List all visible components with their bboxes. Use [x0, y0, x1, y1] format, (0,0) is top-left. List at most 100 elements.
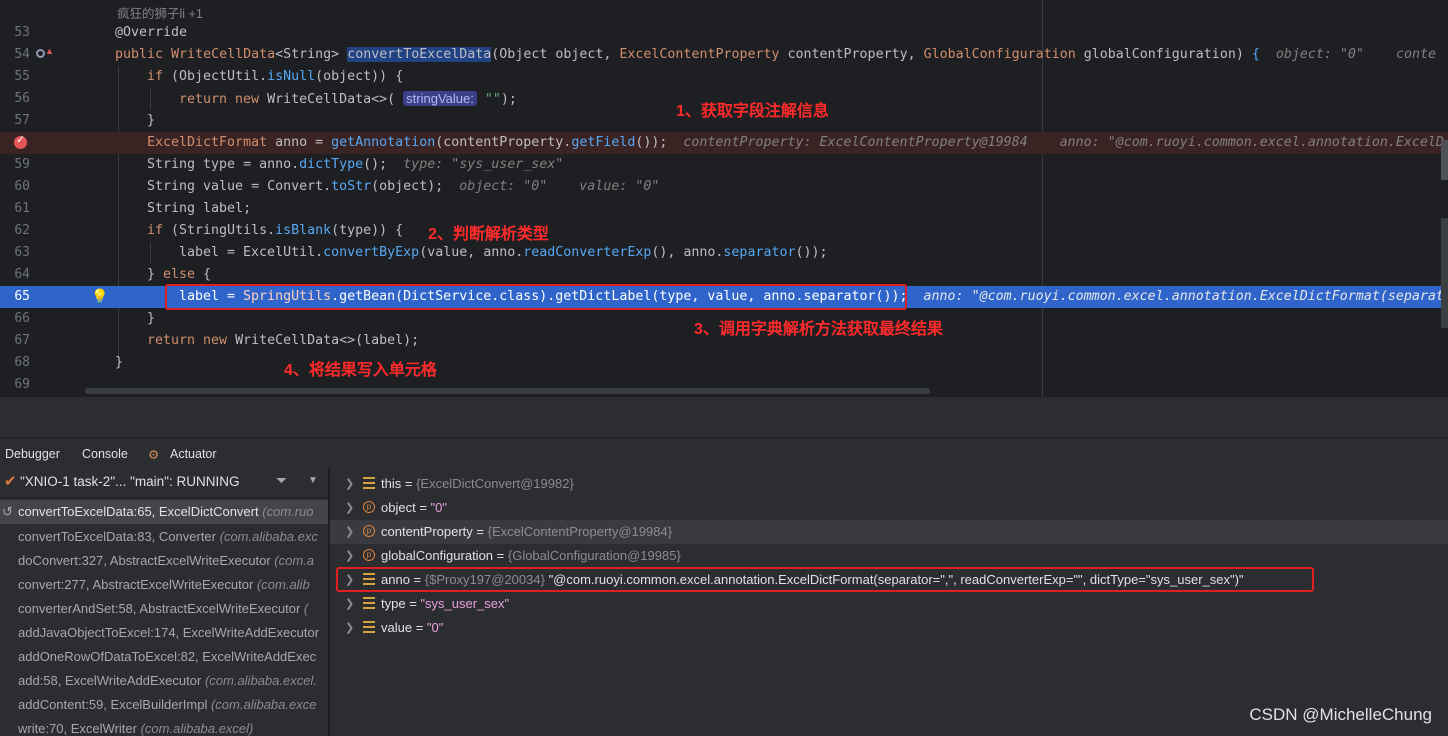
annotation-step-1: 1、获取字段注解信息	[676, 103, 829, 120]
vertical-scrollbar-thumb[interactable]	[1441, 140, 1448, 180]
code-line-60[interactable]: 60 String value = Convert.toStr(object);…	[0, 176, 1448, 198]
filter-icon[interactable]: ⏷	[276, 472, 287, 489]
thread-selector[interactable]: ✔ "XNIO-1 task-2"... "main": RUNNING ⏷ ▼	[0, 467, 328, 498]
code-editor[interactable]: 疯狂的狮子li +1 53 @Override 54 ▲ public Writ…	[0, 0, 1448, 397]
variable-row-globalConfiguration[interactable]: ❯ p globalConfiguration = {GlobalConfigu…	[330, 544, 1448, 568]
line-number: 67	[14, 333, 30, 348]
frame-method: convertToExcelData:83, Converter	[18, 529, 216, 544]
stack-frame[interactable]: write:70, ExcelWriter (com.alibaba.excel…	[18, 721, 253, 736]
code-line-68[interactable]: 68 }	[0, 352, 1448, 374]
variable-ref: {ExcelDictConvert@19982}	[416, 476, 574, 491]
override-icon[interactable]	[36, 49, 45, 58]
line-number: 59	[14, 157, 30, 172]
frame-method: add:58, ExcelWriteAddExecutor	[18, 673, 202, 688]
actuator-icon: ⚙	[148, 448, 160, 462]
variable-row-this[interactable]: ❯ this = {ExcelDictConvert@19982}	[330, 472, 1448, 496]
chevron-right-icon[interactable]: ❯	[345, 592, 354, 616]
stack-frame[interactable]: addContent:59, ExcelBuilderImpl (com.ali…	[18, 697, 316, 712]
code-line-54[interactable]: 54 ▲ public WriteCellData<String> conver…	[0, 44, 1448, 66]
code-text: public WriteCellData<String> convertToEx…	[115, 47, 1436, 62]
variable-ref: {ExcelContentProperty@19984}	[487, 524, 673, 539]
stack-frame[interactable]: ↺ convertToExcelData:65, ExcelDictConvert…	[0, 500, 328, 524]
chevron-right-icon[interactable]: ❯	[345, 520, 354, 544]
line-number: 62	[14, 223, 30, 238]
stack-frame[interactable]: convertToExcelData:83, Converter (com.al…	[18, 529, 318, 544]
annotation-step-2: 2、判断解析类型	[428, 226, 549, 243]
code-text: String value = Convert.toStr(object); ob…	[147, 179, 660, 194]
variable-value: "0"	[426, 620, 444, 635]
parameter-icon: p	[363, 549, 375, 561]
code-line-61[interactable]: 61 String label;	[0, 198, 1448, 220]
stack-frame[interactable]: convert:277, AbstractExcelWriteExecutor …	[18, 577, 310, 592]
watermark: CSDN @MichelleChung	[1249, 705, 1432, 724]
variable-row-value[interactable]: ❯ value = "0"	[330, 616, 1448, 640]
tab-actuator[interactable]: Actuator	[170, 447, 217, 461]
highlight-box-line-65	[165, 284, 907, 310]
stack-frame[interactable]: addJavaObjectToExcel:174, ExcelWriteAddE…	[18, 625, 319, 640]
line-number: 55	[14, 69, 30, 84]
code-text: if (StringUtils.isBlank(type)) {	[147, 223, 404, 238]
tab-debugger[interactable]: Debugger	[5, 447, 60, 469]
code-text: @Override	[115, 25, 188, 40]
return-icon: ↺	[2, 504, 13, 519]
code-line-53[interactable]: 53 @Override	[0, 22, 1448, 44]
frame-package: (com.alibaba.exce	[210, 697, 317, 712]
code-line-58[interactable]: ExcelDictFormat anno = getAnnotation(con…	[0, 132, 1448, 154]
override-arrow-icon: ▲	[45, 46, 54, 56]
code-text: ExcelDictFormat anno = getAnnotation(con…	[147, 135, 1444, 150]
code-text: }	[115, 355, 124, 370]
frame-method: convertToExcelData:65, ExcelDictConvert	[18, 504, 259, 519]
frame-package: (com.ruo	[262, 504, 314, 519]
variable-row-contentProperty[interactable]: ❯ p contentProperty = {ExcelContentPrope…	[330, 520, 1448, 544]
code-text: }	[147, 113, 156, 128]
code-line-59[interactable]: 59 String type = anno.dictType(); type: …	[0, 154, 1448, 176]
line-number: 56	[14, 91, 30, 106]
frame-method: converterAndSet:58, AbstractExcelWriteEx…	[18, 601, 301, 616]
lightbulb-icon[interactable]: 💡	[91, 288, 108, 305]
frame-method: addOneRowOfDataToExcel:82, ExcelWriteAdd…	[18, 649, 317, 664]
line-number: 68	[14, 355, 30, 370]
variables-panel[interactable]: ❯ this = {ExcelDictConvert@19982} ❯ p ob…	[330, 467, 1448, 736]
code-text: if (ObjectUtil.isNull(object)) {	[147, 69, 404, 84]
parameter-icon: p	[363, 501, 375, 513]
stack-frame[interactable]: add:58, ExcelWriteAddExecutor (com.aliba…	[18, 673, 317, 688]
frame-method: write:70, ExcelWriter	[18, 721, 137, 736]
frame-method: addContent:59, ExcelBuilderImpl	[18, 697, 208, 712]
code-line-63[interactable]: 63 label = ExcelUtil.convertByExp(value,…	[0, 242, 1448, 264]
chevron-right-icon[interactable]: ❯	[345, 496, 354, 520]
chevron-right-icon[interactable]: ❯	[345, 616, 354, 640]
breakpoint-icon[interactable]	[14, 133, 27, 149]
stack-frames-list[interactable]: ↺ convertToExcelData:65, ExcelDictConvert…	[0, 498, 328, 736]
thread-name[interactable]: "XNIO-1 task-2"... "main": RUNNING	[20, 474, 239, 489]
stack-frame[interactable]: addOneRowOfDataToExcel:82, ExcelWriteAdd…	[18, 649, 316, 664]
frame-package: (com.alib	[256, 577, 310, 592]
frame-package: (	[303, 601, 309, 616]
chevron-down-icon[interactable]: ▼	[308, 475, 318, 486]
line-number: 53	[14, 25, 30, 40]
frame-package: (com.a	[274, 553, 315, 568]
debug-tab-bar: Debugger Console ⚙ Actuator	[0, 437, 1448, 469]
chevron-right-icon[interactable]: ❯	[345, 472, 354, 496]
panel-separator	[0, 397, 1448, 437]
code-line-62[interactable]: 62 if (StringUtils.isBlank(type)) {	[0, 220, 1448, 242]
variable-ref: {GlobalConfiguration@19985}	[507, 548, 681, 563]
line-number: 64	[14, 267, 30, 282]
code-author-hint: 疯狂的狮子li +1	[117, 7, 203, 21]
code-text: return new WriteCellData<>( stringValue:…	[179, 91, 517, 107]
stack-frame[interactable]: doConvert:327, AbstractExcelWriteExecuto…	[18, 553, 314, 568]
frame-method: addJavaObjectToExcel:174, ExcelWriteAddE…	[18, 625, 320, 640]
variable-row-object[interactable]: ❯ p object = "0"	[330, 496, 1448, 520]
code-line-55[interactable]: 55 if (ObjectUtil.isNull(object)) {	[0, 66, 1448, 88]
frame-package: (com.alibaba.excel)	[140, 721, 254, 736]
code-line-64[interactable]: 64 } else {	[0, 264, 1448, 286]
chevron-right-icon[interactable]: ❯	[345, 544, 354, 568]
tab-console[interactable]: Console	[82, 447, 128, 461]
vertical-scrollbar-track[interactable]	[1441, 218, 1448, 328]
variable-name: type	[381, 596, 406, 611]
field-icon	[363, 597, 375, 609]
stack-frame[interactable]: converterAndSet:58, AbstractExcelWriteEx…	[18, 601, 308, 616]
variable-row-type[interactable]: ❯ type = "sys_user_sex"	[330, 592, 1448, 616]
horizontal-scrollbar[interactable]	[85, 388, 930, 394]
code-text: String label;	[147, 201, 252, 216]
variable-name: value	[381, 620, 413, 635]
